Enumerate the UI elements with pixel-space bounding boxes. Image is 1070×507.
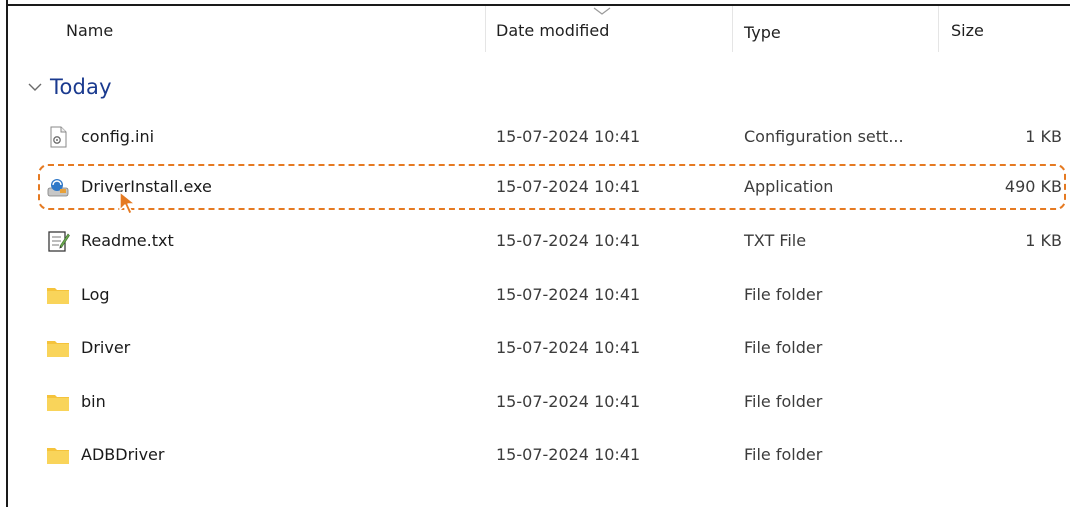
group-header-today[interactable]: Today	[26, 72, 112, 102]
column-header-date-modified[interactable]: Date modified	[496, 20, 609, 42]
sort-caret-icon	[593, 7, 611, 15]
column-header-name[interactable]: Name	[66, 20, 113, 42]
window-top-border	[6, 4, 1070, 6]
folder-name[interactable]: bin	[81, 391, 106, 413]
column-divider[interactable]	[732, 6, 733, 52]
folder-name[interactable]: Driver	[81, 337, 130, 359]
column-divider[interactable]	[485, 6, 486, 52]
column-header-type[interactable]: Type	[744, 22, 781, 44]
folder-row-bin[interactable]: bin 15-07-2024 10:41 File folder	[8, 382, 1070, 422]
folder-row-adbdriver[interactable]: ADBDriver 15-07-2024 10:41 File folder	[8, 435, 1070, 475]
file-date-modified: 15-07-2024 10:41	[496, 127, 641, 146]
column-header-size[interactable]: Size	[951, 20, 984, 42]
folder-icon	[47, 395, 69, 411]
file-type: File folder	[744, 338, 823, 357]
file-date-modified: 15-07-2024 10:41	[496, 445, 641, 464]
application-icon	[47, 179, 69, 197]
column-divider[interactable]	[938, 6, 939, 52]
file-name[interactable]: Readme.txt	[81, 230, 174, 252]
folder-row-driver[interactable]: Driver 15-07-2024 10:41 File folder	[8, 328, 1070, 368]
file-row-config-ini[interactable]: config.ini 15-07-2024 10:41 Configuratio…	[8, 117, 1070, 157]
file-date-modified: 15-07-2024 10:41	[496, 338, 641, 357]
file-type: Application	[744, 177, 834, 196]
file-size: 1 KB	[1025, 127, 1062, 146]
text-file-icon	[48, 231, 70, 252]
chevron-down-icon[interactable]	[26, 78, 44, 96]
file-type: File folder	[744, 285, 823, 304]
folder-icon	[47, 341, 69, 357]
ini-file-icon	[50, 126, 67, 148]
folder-name[interactable]: Log	[81, 284, 110, 306]
file-name[interactable]: config.ini	[81, 126, 154, 148]
file-date-modified: 15-07-2024 10:41	[496, 231, 641, 250]
file-size: 1 KB	[1025, 231, 1062, 250]
file-date-modified: 15-07-2024 10:41	[496, 285, 641, 304]
mouse-pointer-icon	[119, 191, 136, 215]
file-type: File folder	[744, 445, 823, 464]
group-label: Today	[50, 75, 112, 99]
folder-icon	[47, 288, 69, 304]
folder-icon	[47, 448, 69, 464]
file-date-modified: 15-07-2024 10:41	[496, 177, 641, 196]
file-row-driverinstall-exe[interactable]: DriverInstall.exe 15-07-2024 10:41 Appli…	[8, 167, 1070, 207]
file-type: TXT File	[744, 231, 807, 250]
file-row-readme-txt[interactable]: Readme.txt 15-07-2024 10:41 TXT File 1 K…	[8, 221, 1070, 261]
file-size: 490 KB	[1004, 177, 1062, 196]
folder-row-log[interactable]: Log 15-07-2024 10:41 File folder	[8, 275, 1070, 315]
file-type: Configuration sett...	[744, 127, 904, 146]
file-date-modified: 15-07-2024 10:41	[496, 392, 641, 411]
folder-name[interactable]: ADBDriver	[81, 444, 164, 466]
file-explorer-pane: Name Date modified Type Size Today confi…	[0, 0, 1070, 507]
file-name[interactable]: DriverInstall.exe	[81, 176, 212, 198]
file-type: File folder	[744, 392, 823, 411]
